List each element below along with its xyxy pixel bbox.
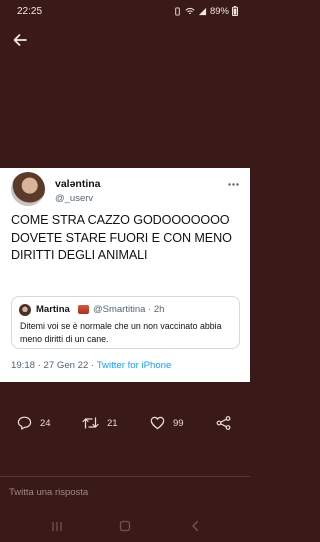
author-avatar[interactable] xyxy=(11,172,45,206)
brick-emoji-icon xyxy=(78,305,89,314)
battery-icon xyxy=(232,6,238,16)
tweet-actions: 24 21 99 xyxy=(0,416,250,438)
share-button[interactable] xyxy=(216,416,231,430)
like-button[interactable]: 99 xyxy=(150,416,184,430)
tweet-timestamp: 19:18 · 27 Gen 22 · xyxy=(11,360,97,371)
arrow-left-icon xyxy=(13,34,27,46)
home-button[interactable] xyxy=(115,518,135,534)
status-icons: 89% xyxy=(173,6,238,17)
retweet-button[interactable]: 21 xyxy=(82,416,118,430)
signal-icon xyxy=(198,7,207,15)
quoted-tweet[interactable]: Martina @Smartitina · 2h Ditemi voi se è… xyxy=(11,296,240,349)
like-count: 99 xyxy=(173,417,184,429)
retweet-count: 21 xyxy=(107,417,118,429)
quoted-avatar xyxy=(19,304,31,316)
back-button[interactable] xyxy=(8,28,32,52)
retweet-icon xyxy=(82,417,99,429)
reply-icon xyxy=(17,416,32,430)
reply-button[interactable]: 24 xyxy=(17,416,51,430)
quoted-author-handle: @Smartitina · 2h xyxy=(93,304,165,315)
status-bar: 22:25 89% xyxy=(0,0,250,22)
system-back-button[interactable] xyxy=(185,518,205,534)
home-icon xyxy=(119,520,131,532)
more-options-icon[interactable] xyxy=(226,178,240,190)
chevron-left-icon xyxy=(192,520,199,532)
author-name[interactable]: valəntina xyxy=(55,178,101,190)
battery-level: 89% xyxy=(209,5,229,17)
tweet-meta: 19:18 · 27 Gen 22 · Twitter for iPhone xyxy=(11,360,171,371)
tweet-source-link[interactable]: Twitter for iPhone xyxy=(97,360,172,371)
wifi-icon xyxy=(185,7,195,14)
system-nav-bar xyxy=(0,510,250,542)
quoted-author-name: Martina xyxy=(36,304,70,315)
status-time: 22:25 xyxy=(17,5,43,17)
reply-composer[interactable]: Twitta una risposta xyxy=(0,476,250,506)
recent-apps-icon xyxy=(52,521,62,531)
heart-icon xyxy=(150,416,165,430)
share-icon xyxy=(216,416,231,430)
recent-apps-button[interactable] xyxy=(47,518,67,534)
reply-count: 24 xyxy=(40,417,51,429)
quoted-text: Ditemi voi se è normale che un non vacci… xyxy=(20,321,222,344)
vibrate-icon xyxy=(175,6,180,16)
author-handle[interactable]: @_userv xyxy=(55,193,93,204)
reply-placeholder: Twitta una risposta xyxy=(9,487,89,498)
tweet-text: COME STRA CAZZO GODOOOOOOO DOVETE STARE … xyxy=(11,213,232,262)
